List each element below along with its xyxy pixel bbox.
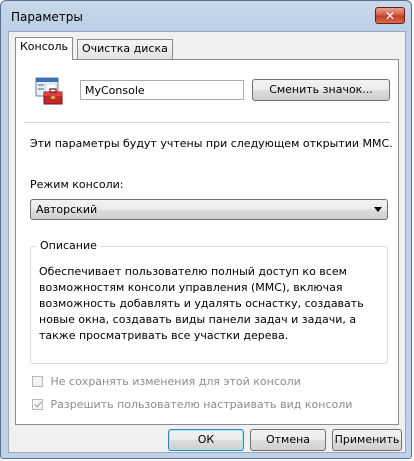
console-mode-label: Режим консоли: (30, 178, 124, 191)
description-group: Описание Обеспечивает пользователю полны… (30, 239, 388, 364)
tab-console-label: Консоль (20, 40, 69, 53)
cancel-button[interactable]: Отмена (250, 429, 326, 451)
close-button[interactable]: ✕ (375, 7, 405, 24)
console-name-input[interactable] (80, 80, 244, 100)
tab-disk-cleanup-label: Очистка диска (82, 42, 168, 55)
console-tab-panel: Сменить значок... Эти параметры будут уч… (15, 59, 399, 425)
description-caption: Описание (37, 239, 100, 252)
no-save-checkbox[interactable] (32, 375, 43, 387)
allow-customize-label: Разрешить пользователю настраивать вид к… (50, 397, 353, 411)
cancel-label: Отмена (265, 433, 311, 446)
tab-disk-cleanup[interactable]: Очистка диска (77, 39, 173, 59)
console-mode-select[interactable]: Авторский (30, 199, 388, 220)
chevron-down-icon (374, 207, 382, 212)
no-save-checkbox-row[interactable]: Не сохранять изменения для этой консоли (32, 374, 301, 388)
change-icon-label: Сменить значок... (269, 83, 373, 96)
dialog-client-area: Консоль Очистка диска Сменить значок... (8, 31, 406, 453)
apply-label: Применить (334, 433, 400, 446)
tab-console[interactable]: Консоль (15, 37, 74, 60)
allow-customize-checkbox[interactable] (32, 398, 43, 410)
ok-button[interactable]: ОК (168, 429, 244, 451)
dialog-window: Параметры ✕ Консоль Очистка диска MyCons… (0, 0, 412, 459)
toolbox-console-icon (35, 77, 63, 105)
close-icon: ✕ (384, 8, 396, 23)
console-mode-value: Авторский (36, 203, 98, 216)
change-icon-button[interactable]: Сменить значок... (252, 79, 390, 101)
ok-label: ОК (197, 433, 215, 446)
no-save-label: Не сохранять изменения для этой консоли (50, 374, 301, 388)
apply-button[interactable]: Применить (332, 429, 402, 451)
info-text: Эти параметры будут учтены при следующем… (30, 137, 393, 150)
title-bar[interactable]: Параметры ✕ (1, 1, 411, 33)
description-text: Обеспечивает пользователю полный доступ … (39, 265, 364, 342)
divider (24, 122, 390, 123)
allow-customize-checkbox-row[interactable]: Разрешить пользователю настраивать вид к… (32, 397, 352, 411)
window-title: Параметры (11, 10, 83, 24)
